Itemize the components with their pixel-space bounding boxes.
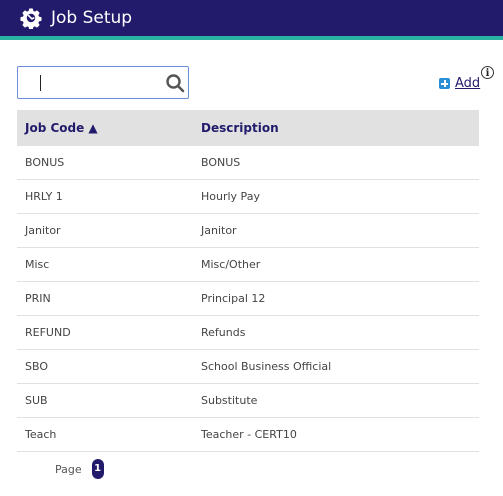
table-row[interactable]: SBO School Business Official — [17, 350, 479, 384]
job-code-cell: PRIN — [25, 292, 51, 305]
table-row[interactable]: SUB Substitute — [17, 384, 479, 418]
description-cell: Refunds — [201, 326, 246, 339]
job-code-cell: SBO — [25, 360, 48, 373]
page-label: Page — [55, 462, 82, 476]
description-cell: Substitute — [201, 394, 258, 407]
table-row[interactable]: HRLY 1 Hourly Pay — [17, 180, 479, 214]
job-code-cell: HRLY 1 — [25, 190, 63, 203]
pagination: Page 1 — [55, 459, 104, 479]
table-row[interactable]: Misc Misc/Other — [17, 248, 479, 282]
job-code-cell: Janitor — [25, 224, 61, 237]
search-input[interactable] — [18, 67, 178, 97]
text-caret — [40, 75, 41, 91]
description-cell: Janitor — [201, 224, 237, 237]
description-cell: Misc/Other — [201, 258, 261, 271]
add-label[interactable]: Add — [455, 76, 480, 91]
job-code-cell: SUB — [25, 394, 48, 407]
app-header: Job Setup — [0, 0, 503, 36]
description-cell: Teacher - CERT10 — [201, 428, 297, 441]
description-cell: School Business Official — [201, 360, 332, 373]
column-header-job-code[interactable]: Job Code ▲ — [25, 110, 98, 146]
job-code-cell: Misc — [25, 258, 50, 271]
table-row[interactable]: Janitor Janitor — [17, 214, 479, 248]
column-header-description[interactable]: Description — [201, 110, 279, 146]
info-icon[interactable]: i — [481, 66, 494, 79]
header-accent-stripe — [0, 36, 503, 40]
page-title: Job Setup — [51, 8, 133, 28]
table-header: Job Code ▲ Description — [17, 110, 479, 146]
table-row[interactable]: BONUS BONUS — [17, 146, 479, 180]
plus-square-icon — [439, 78, 450, 89]
table-row[interactable]: PRIN Principal 12 — [17, 282, 479, 316]
search-box[interactable] — [17, 66, 189, 99]
table-row[interactable]: Teach Teacher - CERT10 — [17, 418, 479, 452]
search-icon[interactable] — [165, 73, 185, 93]
gear-icon — [20, 8, 42, 29]
add-button[interactable]: Add — [439, 76, 480, 91]
job-codes-table: Job Code ▲ Description BONUS BONUS HRLY 1… — [17, 110, 479, 452]
job-code-cell: Teach — [25, 428, 57, 441]
job-code-cell: REFUND — [25, 326, 71, 339]
table-row[interactable]: REFUND Refunds — [17, 316, 479, 350]
description-cell: BONUS — [201, 156, 241, 169]
page-number-button[interactable]: 1 — [91, 459, 104, 479]
description-cell: Hourly Pay — [201, 190, 260, 203]
description-cell: Principal 12 — [201, 292, 266, 305]
job-code-cell: BONUS — [25, 156, 65, 169]
